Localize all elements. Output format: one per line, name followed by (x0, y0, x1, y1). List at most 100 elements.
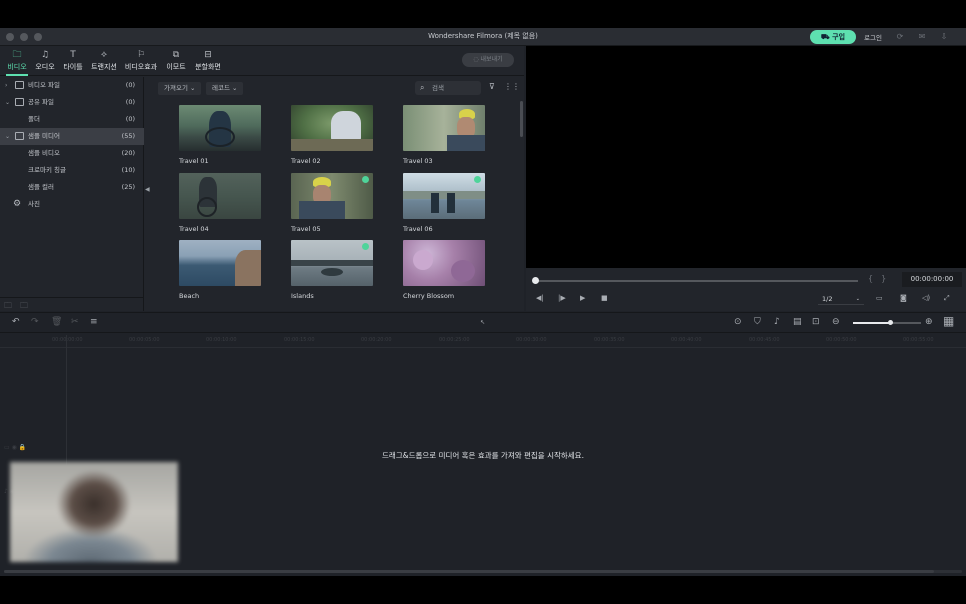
media-thumbnail[interactable] (179, 173, 261, 219)
download-icon[interactable] (474, 176, 481, 183)
sidebar-item-sample-color[interactable]: 샘플 컬러 (25) (0, 179, 144, 196)
media-item[interactable]: Travel 06 (403, 173, 487, 233)
tab-video[interactable]: 🗀 비디오 (6, 49, 28, 76)
tab-split-screen[interactable]: ⊟ 분할화면 (193, 49, 223, 72)
sidebar-item-sample-video[interactable]: 샘플 비디오 (20) (0, 145, 144, 162)
tab-elements[interactable]: ⧉ 이모트 (164, 49, 188, 72)
tab-audio[interactable]: ♫ 오디오 (34, 49, 56, 72)
media-title: Travel 06 (403, 225, 433, 233)
grid-view-icon[interactable]: ⋮⋮ (504, 82, 520, 91)
media-toolbar: 가져오기 ⌄ 레코드 ⌄ ⌕ 검색 ⊽ ⋮⋮ (149, 77, 524, 99)
display-icon[interactable]: ▭ (876, 294, 883, 302)
media-item[interactable]: Beach (179, 240, 263, 300)
media-library-panel: 🗀 비디오 ♫ 오디오 T 타이틀 ⟡ 트랜지션 ⚐ 비디오효과 ⧉ 이모트 ⊟… (0, 46, 524, 311)
mark-in-out-icon[interactable]: {} (868, 274, 894, 283)
layout-icon[interactable]: ▦ (943, 314, 954, 328)
media-thumbnail[interactable] (291, 105, 373, 151)
media-item[interactable]: Travel 01 (179, 105, 263, 165)
sidebar-item-label: 공유 파일 (28, 98, 54, 106)
fullscreen-icon[interactable]: ⤢ (944, 294, 950, 303)
buy-label: 구입 (832, 33, 846, 41)
chevron-down-icon[interactable]: ⌄ (5, 94, 10, 111)
marker-icon[interactable]: ⛉ (754, 317, 761, 327)
microphone-icon[interactable]: ♪ (774, 317, 780, 327)
play-icon[interactable]: ▶ (580, 294, 585, 302)
step-back-icon[interactable]: ◀| (536, 294, 544, 302)
step-forward-icon[interactable]: |▶ (558, 294, 566, 302)
filter-icon[interactable]: ⊽ (489, 82, 495, 91)
login-link[interactable]: 로그인 (864, 32, 882, 42)
preview-panel: {} 00:00:00:00 ◀| |▶ ▶ ■ 1/2 ⌄ ▭ ◙ ◁) ⤢ (526, 46, 966, 311)
media-scrollbar[interactable] (520, 101, 523, 137)
media-title: Travel 05 (291, 225, 321, 233)
volume-icon[interactable]: ◁) (922, 294, 930, 302)
undo-icon[interactable]: ↶ (12, 317, 20, 327)
adjust-icon[interactable]: ≡ (90, 317, 98, 327)
media-title: Cherry Blossom (403, 292, 455, 300)
media-thumbnail[interactable] (403, 240, 485, 286)
tab-titles[interactable]: T 타이틀 (62, 49, 84, 72)
tab-label: 비디오효과 (124, 63, 158, 71)
timeline-empty-message: 드래그&드롭으로 미디어 혹은 효과를 가져와 편집을 시작하세요. (382, 451, 584, 460)
media-item[interactable]: Islands (291, 240, 375, 300)
preview-quality-select[interactable]: 1/2 ⌄ (818, 293, 864, 305)
timeline-ruler[interactable]: 00:00:00:00 00:00:05:00 00:00:10:00 00:0… (0, 334, 966, 348)
media-thumbnail[interactable] (403, 105, 485, 151)
subtitle-icon[interactable]: ⊡ (812, 317, 820, 327)
refresh-icon[interactable]: ⟳ (894, 31, 906, 43)
sidebar-item-chroma-key[interactable]: 크로마키 칭글 (10) (0, 162, 144, 179)
download-icon[interactable] (362, 243, 369, 250)
sidebar-item-sample-media[interactable]: ⌄ 샘플 미디어 (55) (0, 128, 144, 145)
download-icon[interactable]: ⇩ (938, 31, 950, 43)
ruler-tick: 00:00:50:00 (826, 337, 857, 343)
tab-label: 타이틀 (63, 63, 83, 71)
record-dropdown[interactable]: 레코드 ⌄ (206, 82, 244, 95)
redo-icon[interactable]: ↷ (31, 317, 39, 327)
sidebar-item-photos[interactable]: ⚙ 사진 (0, 196, 144, 213)
zoom-in-icon[interactable]: ⊕ (925, 317, 933, 327)
render-icon[interactable]: ⊙ (734, 317, 742, 327)
ruler-tick: 00:00:45:00 (749, 337, 780, 343)
preview-scrubber[interactable] (534, 280, 858, 282)
chevron-right-icon[interactable]: › (5, 77, 7, 94)
search-input[interactable]: ⌕ 검색 (415, 81, 481, 95)
media-item[interactable]: Travel 04 (179, 173, 263, 233)
buy-button[interactable]: ⛟ 구입 (810, 30, 856, 44)
media-thumbnail[interactable] (179, 240, 261, 286)
chevron-down-icon[interactable]: ⌄ (5, 128, 10, 145)
sidebar-item-shared-files[interactable]: ⌄ 공유 파일 (0) (0, 94, 144, 111)
photo-gear-icon: ⚙ (13, 199, 22, 209)
scrubber-handle[interactable] (532, 277, 539, 284)
zoom-slider-handle[interactable] (888, 320, 893, 325)
folder-icon (15, 98, 24, 106)
export-button[interactable]: ◌ 내보내기 (462, 53, 514, 67)
media-thumbnail[interactable] (291, 173, 373, 219)
tab-effects[interactable]: ⚐ 비디오효과 (124, 49, 158, 72)
snapshot-icon[interactable]: ◙ (900, 294, 907, 302)
cut-icon[interactable]: ✂ (71, 317, 79, 327)
media-item[interactable]: Travel 03 (403, 105, 487, 165)
media-thumbnail[interactable] (179, 105, 261, 151)
zoom-out-icon[interactable]: ⊖ (832, 317, 840, 327)
sidebar-item-label: 크로마키 칭글 (28, 166, 66, 174)
download-icon[interactable] (362, 176, 369, 183)
voiceover-icon[interactable]: ▤ (793, 317, 802, 327)
sidebar-item-folder[interactable]: 폴더 (0) (0, 111, 144, 128)
media-item[interactable]: Travel 05 (291, 173, 375, 233)
webcam-overlay (10, 462, 178, 562)
sidebar-item-video-files[interactable]: › 비디오 파일 (0) (0, 77, 144, 94)
media-thumbnail[interactable] (403, 173, 485, 219)
mail-icon[interactable]: ✉ (916, 31, 928, 43)
media-thumbnail[interactable] (291, 240, 373, 286)
tab-transitions[interactable]: ⟡ 트랜지션 (90, 49, 118, 72)
timeline-scrollbar-thumb[interactable] (4, 570, 934, 573)
delete-icon[interactable]: 🗑 (51, 317, 62, 327)
tab-label: 분할화면 (195, 63, 221, 71)
sidebar-footer: 🗀 🗀 (0, 297, 144, 311)
import-dropdown[interactable]: 가져오기 ⌄ (158, 82, 202, 95)
media-grid-area: 가져오기 ⌄ 레코드 ⌄ ⌕ 검색 ⊽ ⋮⋮ Travel 01 Travel … (149, 77, 524, 311)
stop-icon[interactable]: ■ (601, 294, 608, 302)
media-item[interactable]: Cherry Blossom (403, 240, 487, 300)
media-item[interactable]: Travel 02 (291, 105, 375, 165)
ruler-tick: 00:00:35:00 (594, 337, 625, 343)
